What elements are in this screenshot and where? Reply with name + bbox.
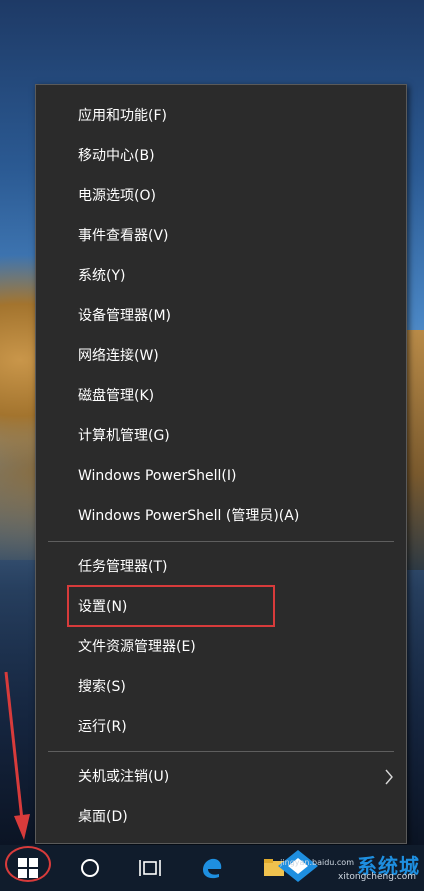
menu-item-run[interactable]: 运行(R): [36, 709, 406, 745]
menu-item-power-options[interactable]: 电源选项(O): [36, 178, 406, 214]
menu-separator: [48, 751, 394, 752]
menu-item-powershell-admin[interactable]: Windows PowerShell (管理员)(A): [36, 498, 406, 534]
start-button-highlight-annotation: [5, 846, 51, 882]
menu-item-device-manager[interactable]: 设备管理器(M): [36, 298, 406, 334]
menu-item-task-manager[interactable]: 任务管理器(T): [36, 549, 406, 585]
winx-context-menu: 应用和功能(F) 移动中心(B) 电源选项(O) 事件查看器(V) 系统(Y) …: [35, 84, 407, 844]
search-circle-icon[interactable]: [62, 845, 118, 891]
watermark-subtext: xitongcheng.com: [338, 872, 416, 882]
menu-separator: [48, 541, 394, 542]
menu-item-search[interactable]: 搜索(S): [36, 669, 406, 705]
task-view-icon[interactable]: [122, 845, 178, 891]
menu-item-label: 关机或注销(U): [78, 769, 170, 785]
menu-item-shutdown-signout[interactable]: 关机或注销(U): [36, 759, 406, 795]
red-arrow-annotation: [4, 671, 30, 840]
settings-highlight-annotation: [67, 585, 275, 627]
menu-item-computer-management[interactable]: 计算机管理(G): [36, 418, 406, 454]
edge-icon[interactable]: [184, 845, 240, 891]
menu-item-network-connections[interactable]: 网络连接(W): [36, 338, 406, 374]
menu-item-system[interactable]: 系统(Y): [36, 258, 406, 294]
menu-item-desktop[interactable]: 桌面(D): [36, 799, 406, 835]
menu-item-apps-features[interactable]: 应用和功能(F): [36, 98, 406, 134]
menu-item-event-viewer[interactable]: 事件查看器(V): [36, 218, 406, 254]
menu-item-powershell[interactable]: Windows PowerShell(I): [36, 458, 406, 494]
menu-item-file-explorer[interactable]: 文件资源管理器(E): [36, 629, 406, 665]
menu-item-mobility-center[interactable]: 移动中心(B): [36, 138, 406, 174]
menu-item-disk-management[interactable]: 磁盘管理(K): [36, 378, 406, 414]
watermark-baidu-text: jingyan.baidu.com: [280, 858, 354, 867]
